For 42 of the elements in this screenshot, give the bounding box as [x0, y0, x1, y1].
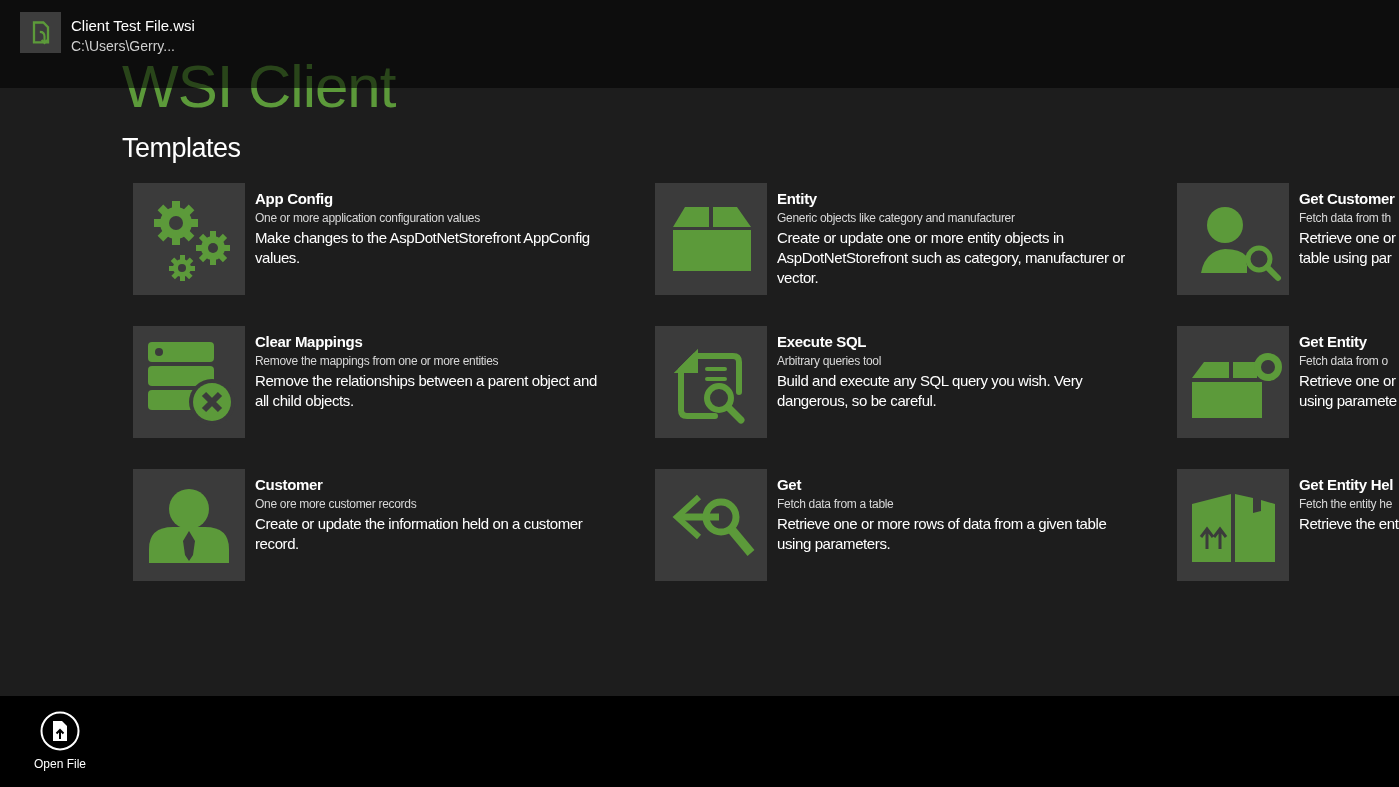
- template-subtitle: One or more application configuration values: [255, 210, 481, 227]
- template-subtitle: Fetch the entity he: [1299, 496, 1394, 513]
- file-name: Client Test File.wsi: [71, 16, 195, 36]
- file-upload-icon: [40, 711, 80, 751]
- template-title: Get Entity: [1299, 332, 1368, 352]
- section-title: Templates: [122, 132, 242, 165]
- template-title: Get: [777, 475, 803, 495]
- template-description: Retrieve one or more rows of data from a given table using parameters.: [777, 514, 1107, 554]
- template-tile[interactable]: [133, 469, 245, 581]
- file-tile[interactable]: [20, 12, 61, 53]
- template-title: Get Customer: [1299, 189, 1396, 209]
- template-title: Execute SQL: [777, 332, 868, 352]
- template-description: Make changes to the AspDotNetStorefront AppConfig values.: [255, 228, 590, 268]
- template-description: Build and execute any SQL query you wish. Very dangerous, so be careful.: [777, 371, 1083, 411]
- template-title: Customer: [255, 475, 324, 495]
- app-title: WSI Client: [122, 53, 397, 122]
- template-title: Entity: [777, 189, 818, 209]
- template-title: Clear Mappings: [255, 332, 364, 352]
- template-tile[interactable]: [133, 326, 245, 438]
- template-tile[interactable]: [655, 469, 767, 581]
- template-tile[interactable]: [1177, 183, 1289, 295]
- template-tile[interactable]: [133, 183, 245, 295]
- template-subtitle: One ore more customer records: [255, 496, 418, 513]
- template-subtitle: Fetch data from th: [1299, 210, 1392, 227]
- template-title: App Config: [255, 189, 334, 209]
- template-tile[interactable]: [655, 183, 767, 295]
- template-subtitle: Remove the mappings from one or more entities: [255, 353, 500, 370]
- template-subtitle: Fetch data from o: [1299, 353, 1389, 370]
- template-description: Retrieve one or table using par: [1299, 228, 1396, 268]
- template-description: Remove the relationships between a parent object and all child objects.: [255, 371, 597, 411]
- template-tile[interactable]: [655, 326, 767, 438]
- template-subtitle: Generic objects like category and manufacturer: [777, 210, 1016, 227]
- template-description: Retrieve the ent: [1299, 514, 1399, 534]
- template-subtitle: Arbitrary queries tool: [777, 353, 883, 370]
- template-title: Get Entity Hel: [1299, 475, 1395, 495]
- open-file-button[interactable]: Open File: [22, 696, 98, 771]
- template-description: Retrieve one or using paramete: [1299, 371, 1397, 411]
- file-path: C:\Users\Gerry...: [71, 37, 176, 55]
- template-subtitle: Fetch data from a table: [777, 496, 895, 513]
- template-description: Create or update the information held on a customer record.: [255, 514, 583, 554]
- template-tile[interactable]: [1177, 469, 1289, 581]
- template-description: Create or update one or more entity objects in AspDotNetStorefront such as category, manufacturer or vector.: [777, 228, 1125, 288]
